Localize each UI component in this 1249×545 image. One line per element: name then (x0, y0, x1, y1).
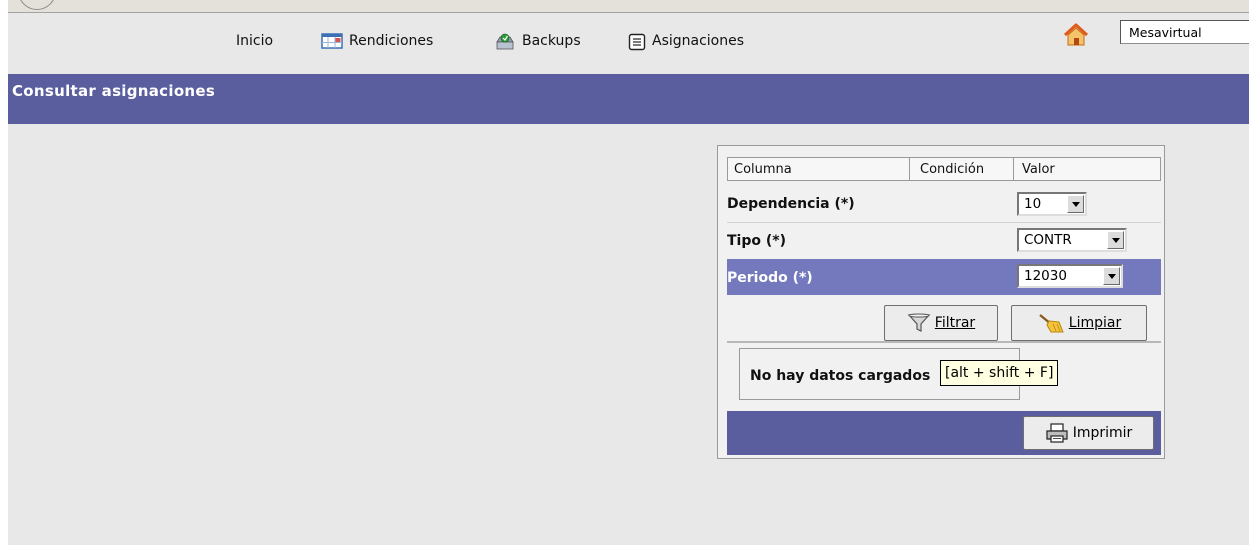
broom-icon (1039, 314, 1064, 333)
top-strip (8, 0, 1249, 13)
nav-backups-label: Backups (522, 33, 581, 49)
nav-rendiciones[interactable]: Rendiciones (321, 31, 433, 51)
empty-message: No hay datos cargados (750, 368, 931, 384)
print-button[interactable]: Imprimir (1023, 416, 1154, 450)
printer-icon (1046, 423, 1068, 443)
clear-button[interactable]: Limpiar (1011, 305, 1147, 341)
filter-panel: Columna Condición Valor Dependencia (*) … (717, 145, 1165, 459)
tipo-value: CONTR (1024, 232, 1072, 248)
dependencia-value: 10 (1024, 196, 1042, 212)
dependencia-select[interactable]: 10 (1017, 192, 1087, 216)
row-label-dependencia: Dependencia (*) (727, 196, 855, 212)
nav-asignaciones-label: Asignaciones (652, 33, 745, 49)
print-button-label: Imprimir (1072, 425, 1133, 441)
nav-inicio[interactable]: Inicio (236, 31, 273, 51)
column-header-condicion: Condición (909, 157, 1014, 181)
shortcut-tooltip: [alt + shift + F] (940, 360, 1059, 386)
panel-footer: Imprimir (727, 411, 1161, 455)
page-title-bar: Consultar asignaciones (8, 74, 1249, 124)
filter-button[interactable]: Filtrar (884, 305, 998, 341)
column-header-valor: Valor (1013, 157, 1161, 181)
nav-backups[interactable]: Backups (494, 31, 581, 51)
tipo-select[interactable]: CONTR (1017, 228, 1127, 252)
row-label-periodo: Periodo (*) (727, 270, 813, 286)
page: Inicio Rendiciones Backups Asignaciones … (8, 0, 1249, 545)
panel-separator (727, 341, 1161, 343)
backup-icon (494, 33, 516, 50)
chevron-down-icon[interactable] (1067, 195, 1084, 213)
document-icon (628, 33, 646, 51)
home-icon[interactable] (1063, 22, 1089, 48)
filter-button-label: Filtrar (934, 315, 976, 331)
chevron-down-icon[interactable] (1103, 267, 1120, 285)
periodo-value: 12030 (1024, 268, 1067, 284)
site-select[interactable]: Mesavirtual (1120, 20, 1249, 44)
chevron-down-icon[interactable] (1107, 231, 1124, 249)
logo-circle-icon (18, 0, 56, 10)
nav-asignaciones[interactable]: Asignaciones (628, 31, 744, 51)
funnel-icon (907, 313, 931, 332)
periodo-select[interactable]: 12030 (1017, 264, 1123, 288)
nav-inicio-label: Inicio (236, 33, 274, 49)
row-divider (727, 222, 1161, 223)
row-label-tipo: Tipo (*) (727, 233, 786, 249)
calendar-icon (321, 33, 343, 49)
page-title: Consultar asignaciones (12, 82, 216, 100)
clear-button-label: Limpiar (1068, 315, 1122, 331)
nav-rendiciones-label: Rendiciones (349, 33, 434, 49)
column-header-columna: Columna (727, 157, 910, 181)
